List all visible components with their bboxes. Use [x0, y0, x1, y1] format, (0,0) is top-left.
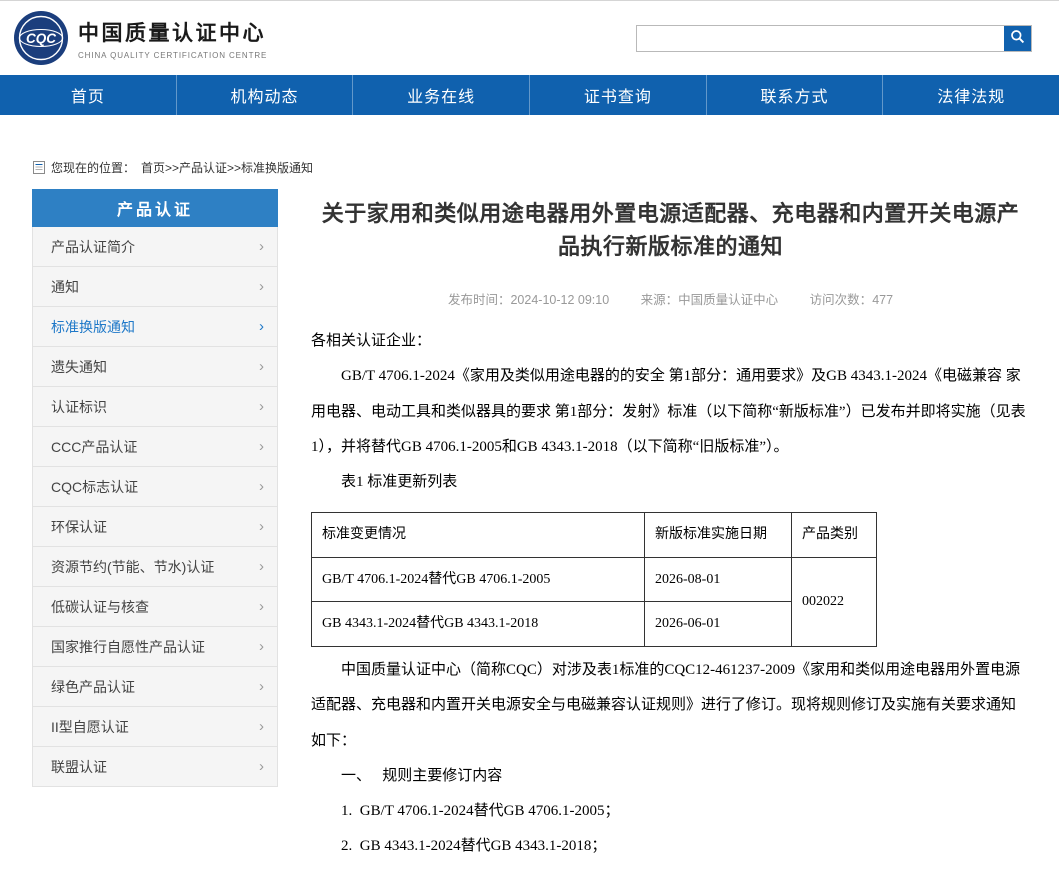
- sidebar-title: 产品认证: [32, 189, 278, 227]
- source-label: 来源：: [641, 293, 679, 307]
- revision-paragraph: 中国质量认证中心（简称CQC）对涉及表1标准的CQC12-461237-2009…: [311, 653, 1030, 759]
- main-nav: 首页 机构动态 业务在线 证书查询 联系方式 法律法规: [0, 75, 1059, 115]
- sidebar-item-ccc[interactable]: CCC产品认证 ›: [32, 427, 278, 467]
- cell-date: 2026-08-01: [645, 557, 792, 602]
- col-header-change: 标准变更情况: [312, 513, 645, 558]
- sidebar-item-label: 产品认证简介: [51, 237, 135, 257]
- chevron-right-icon: ›: [259, 599, 264, 614]
- intro-paragraph: GB/T 4706.1-2024《家用及类似用途电器的的安全 第1部分：通用要求…: [311, 359, 1030, 465]
- breadcrumb-label: 您现在的位置：: [51, 159, 135, 176]
- table-row: GB/T 4706.1-2024替代GB 4706.1-2005 2026-08…: [312, 557, 877, 602]
- list-item: 2. GB 4343.1-2024替代GB 4343.1-2018；: [311, 829, 1030, 864]
- cell-change: GB 4343.1-2024替代GB 4343.1-2018: [312, 602, 645, 647]
- search-input[interactable]: [637, 26, 1004, 51]
- table-caption: 表1 标准更新列表: [311, 465, 1030, 500]
- sidebar-item-standard-change-notice[interactable]: 标准换版通知 ›: [32, 307, 278, 347]
- chevron-right-icon: ›: [259, 359, 264, 374]
- sidebar-item-national-voluntary[interactable]: 国家推行自愿性产品认证 ›: [32, 627, 278, 667]
- search-button[interactable]: [1004, 26, 1031, 51]
- chevron-right-icon: ›: [259, 719, 264, 734]
- list-item: 1. GB/T 4706.1-2024替代GB 4706.1-2005；: [311, 794, 1030, 829]
- cqc-logo-icon: CQC: [13, 10, 69, 66]
- cell-category: 002022: [792, 557, 877, 646]
- nav-item-news[interactable]: 机构动态: [176, 75, 353, 115]
- table-header-row: 标准变更情况 新版标准实施日期 产品类别: [312, 513, 877, 558]
- standards-update-table: 标准变更情况 新版标准实施日期 产品类别 GB/T 4706.1-2024替代G…: [311, 512, 877, 647]
- sidebar-item-notice[interactable]: 通知 ›: [32, 267, 278, 307]
- top-header: CQC 中国质量认证中心 CHINA QUALITY CERTIFICATION…: [0, 0, 1059, 75]
- sidebar: 产品认证 产品认证简介 › 通知 › 标准换版通知 › 遗失通知 › 认证标识 › CCC…: [32, 189, 278, 787]
- sidebar-item-label: 通知: [51, 277, 79, 297]
- site-title: 中国质量认证中心: [78, 17, 267, 47]
- col-header-date: 新版标准实施日期: [645, 513, 792, 558]
- search-box: [636, 25, 1032, 52]
- sidebar-item-intro[interactable]: 产品认证简介 ›: [32, 227, 278, 267]
- publish-time-value: 2024-10-12 09:10: [510, 293, 609, 307]
- article-body: 各相关认证企业： GB/T 4706.1-2024《家用及类似用途电器的的安全 …: [311, 324, 1030, 865]
- chevron-right-icon: ›: [259, 399, 264, 414]
- chevron-right-icon: ›: [259, 679, 264, 694]
- chevron-right-icon: ›: [259, 479, 264, 494]
- article-meta: 发布时间：2024-10-12 09:10 来源：中国质量认证中心 访问次数：4…: [311, 289, 1030, 308]
- cell-change: GB/T 4706.1-2024替代GB 4706.1-2005: [312, 557, 645, 602]
- chevron-right-icon: ›: [259, 239, 264, 254]
- nav-item-cert-query[interactable]: 证书查询: [529, 75, 706, 115]
- sidebar-item-label: 环保认证: [51, 517, 107, 537]
- sidebar-item-label: 标准换版通知: [51, 317, 135, 337]
- page-title: 关于家用和类似用途电器用外置电源适配器、充电器和内置开关电源产品执行新版标准的通…: [311, 197, 1030, 263]
- content-columns: 产品认证 产品认证简介 › 通知 › 标准换版通知 › 遗失通知 › 认证标识 › CCC…: [0, 189, 1059, 865]
- sidebar-item-alliance[interactable]: 联盟认证 ›: [32, 747, 278, 787]
- source-value: 中国质量认证中心: [678, 293, 778, 307]
- svg-text:CQC: CQC: [26, 31, 56, 46]
- sidebar-item-environment[interactable]: 环保认证 ›: [32, 507, 278, 547]
- breadcrumb: 您现在的位置： 首页>>产品认证>>标准换版通知: [33, 159, 1059, 176]
- sidebar-item-label: 资源节约(节能、节水)认证: [51, 557, 214, 577]
- site-subtitle: CHINA QUALITY CERTIFICATION CENTRE: [78, 51, 267, 60]
- visits-value: 477: [872, 293, 893, 307]
- sidebar-item-resource-saving[interactable]: 资源节约(节能、节水)认证 ›: [32, 547, 278, 587]
- chevron-right-icon: ›: [259, 319, 264, 334]
- nav-item-laws[interactable]: 法律法规: [882, 75, 1059, 115]
- section-heading: 一、 规则主要修订内容: [311, 759, 1030, 794]
- site-logo[interactable]: CQC 中国质量认证中心 CHINA QUALITY CERTIFICATION…: [13, 10, 267, 66]
- sidebar-item-type2-voluntary[interactable]: II型自愿认证 ›: [32, 707, 278, 747]
- salutation: 各相关认证企业：: [311, 324, 1030, 359]
- article: 关于家用和类似用途电器用外置电源适配器、充电器和内置开关电源产品执行新版标准的通…: [311, 189, 1030, 865]
- chevron-right-icon: ›: [259, 519, 264, 534]
- sidebar-item-label: 低碳认证与核查: [51, 597, 149, 617]
- nav-item-home[interactable]: 首页: [0, 75, 176, 115]
- sidebar-item-label: 遗失通知: [51, 357, 107, 377]
- sidebar-item-label: II型自愿认证: [51, 717, 129, 737]
- search-icon: [1010, 29, 1025, 47]
- sidebar-item-label: 认证标识: [51, 397, 107, 417]
- sidebar-item-cert-mark[interactable]: 认证标识 ›: [32, 387, 278, 427]
- sidebar-item-cqc-mark[interactable]: CQC标志认证 ›: [32, 467, 278, 507]
- chevron-right-icon: ›: [259, 439, 264, 454]
- chevron-right-icon: ›: [259, 639, 264, 654]
- breadcrumb-path[interactable]: 首页>>产品认证>>标准换版通知: [141, 159, 313, 176]
- sidebar-item-low-carbon[interactable]: 低碳认证与核查 ›: [32, 587, 278, 627]
- sidebar-item-label: CCC产品认证: [51, 437, 137, 457]
- col-header-category: 产品类别: [792, 513, 877, 558]
- nav-item-online[interactable]: 业务在线: [352, 75, 529, 115]
- sidebar-item-label: 绿色产品认证: [51, 677, 135, 697]
- sidebar-item-label: CQC标志认证: [51, 477, 138, 497]
- sidebar-item-label: 联盟认证: [51, 757, 107, 777]
- nav-item-contact[interactable]: 联系方式: [706, 75, 883, 115]
- cell-date: 2026-06-01: [645, 602, 792, 647]
- chevron-right-icon: ›: [259, 279, 264, 294]
- location-icon: [33, 161, 45, 174]
- sidebar-item-lost-notice[interactable]: 遗失通知 ›: [32, 347, 278, 387]
- publish-time-label: 发布时间：: [448, 293, 511, 307]
- sidebar-item-label: 国家推行自愿性产品认证: [51, 637, 205, 657]
- visits-label: 访问次数：: [810, 293, 873, 307]
- chevron-right-icon: ›: [259, 759, 264, 774]
- sidebar-item-green-product[interactable]: 绿色产品认证 ›: [32, 667, 278, 707]
- chevron-right-icon: ›: [259, 559, 264, 574]
